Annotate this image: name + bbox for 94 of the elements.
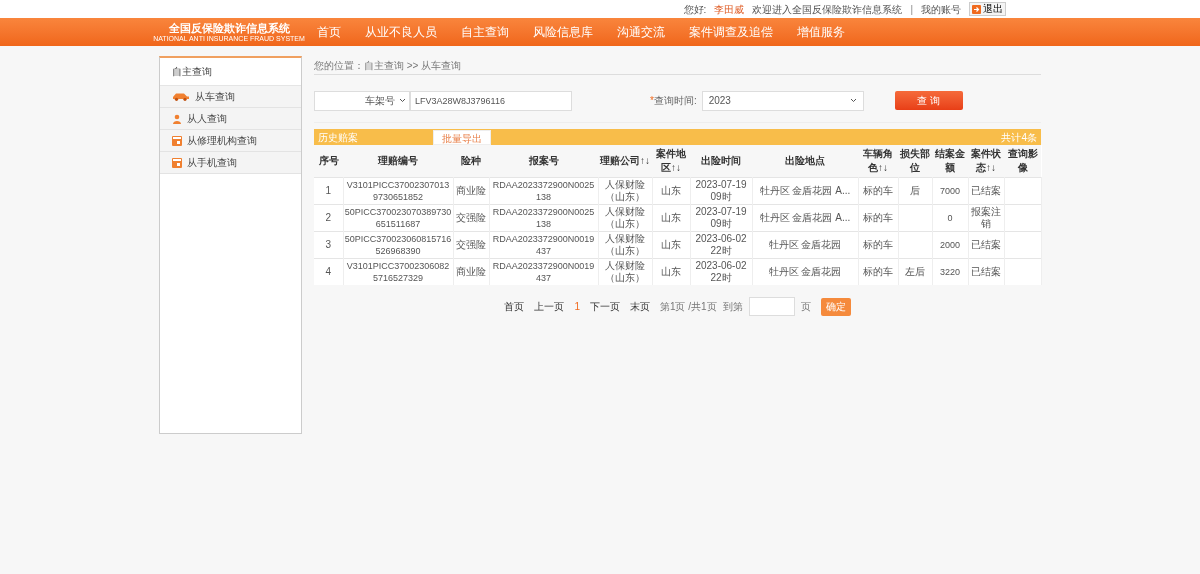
- page-input[interactable]: [748, 297, 795, 316]
- shop-icon: [172, 135, 182, 146]
- table-cell: 标的车: [858, 258, 898, 285]
- table-cell: 商业险: [453, 258, 489, 285]
- table-cell: 7000: [932, 177, 968, 205]
- table-cell: 山东: [652, 204, 690, 232]
- column-header: 理赔编号: [343, 145, 453, 178]
- table-cell: 2023-07-19 09时: [690, 204, 752, 232]
- table-cell: 2023-07-19 09时: [690, 177, 752, 205]
- table-cell: V3101PICC370023060825716527329: [343, 258, 453, 285]
- table-cell: 牡丹区 金盾花园 A...: [752, 204, 858, 232]
- chevron-down-icon: [399, 98, 406, 103]
- required-mark: *: [650, 94, 654, 108]
- time-label: 查询时间:: [653, 94, 697, 108]
- sidebar-item[interactable]: 从修理机构查询: [160, 130, 301, 152]
- column-header: 报案号: [489, 145, 598, 178]
- account-link[interactable]: 我的账号: [921, 1, 961, 17]
- table-cell: 牡丹区 金盾花园: [752, 258, 858, 285]
- table-cell: 3220: [932, 258, 968, 285]
- table-cell: 2: [314, 204, 343, 232]
- table-cell: 商业险: [453, 177, 489, 205]
- column-header: 案件状态↑↓: [968, 145, 1004, 178]
- table-cell: RDAA2023372900N0025138: [489, 177, 598, 205]
- vin-input[interactable]: LFV3A28W8J3796116: [410, 90, 572, 111]
- table-cell: V3101PICC370023070139730651852: [343, 177, 453, 205]
- sidebar-item[interactable]: 从手机查询: [160, 152, 301, 174]
- table-cell: 人保财险（山东）: [598, 258, 652, 285]
- table-cell: 已结案: [968, 258, 1004, 285]
- table-cell: 报案注销: [968, 204, 1004, 232]
- page-info-text: 第1页 /共1页: [659, 300, 717, 314]
- table-cell: RDAA2023372900N0025138: [489, 204, 598, 232]
- table-cell: 牡丹区 金盾花园: [752, 231, 858, 259]
- table-cell: 牡丹区 金盾花园 A...: [752, 177, 858, 205]
- table-cell: 山东: [652, 258, 690, 285]
- car-icon: [172, 92, 190, 101]
- table-cell: 交强险: [453, 204, 489, 232]
- chevron-down-icon: [849, 98, 857, 103]
- column-header: 案件地区↑↓: [652, 145, 690, 178]
- sidebar-item[interactable]: 从车查询: [160, 86, 301, 108]
- column-header: 结案金额: [932, 145, 968, 178]
- column-header: 查询影像: [1004, 145, 1041, 178]
- prev-page-link[interactable]: 上一页: [534, 299, 565, 314]
- query-button[interactable]: 查 询: [894, 91, 963, 110]
- separator-text: |: [910, 2, 913, 17]
- breadcrumb-text: 您的位置：自主查询 >> 从车查询: [314, 56, 1041, 75]
- field-type-select[interactable]: 车架号: [314, 90, 410, 111]
- column-header: 序号: [314, 145, 343, 178]
- column-header: 险种: [453, 145, 489, 178]
- column-header: 车辆角色↑↓: [858, 145, 898, 178]
- table-cell: 4: [314, 258, 343, 285]
- welcome-text: 欢迎进入全国反保险欺诈信息系统: [752, 2, 903, 17]
- goto-label: 到第: [722, 300, 743, 314]
- table-cell: 人保财险（山东）: [598, 231, 652, 259]
- column-header: 出险地点: [752, 145, 858, 178]
- table-cell: RDAA2023372900N0019437: [489, 258, 598, 285]
- table-cell: 2023-06-02 22时: [690, 258, 752, 285]
- column-header: 理赔公司↑↓: [598, 145, 652, 178]
- next-page-link[interactable]: 下一页: [589, 299, 620, 314]
- table-cell: 山东: [652, 177, 690, 205]
- user-name-link[interactable]: 李田威: [714, 1, 745, 17]
- person-icon: [172, 113, 182, 124]
- table-cell: 左后: [898, 258, 932, 285]
- table-cell: 标的车: [858, 204, 898, 232]
- first-page-link[interactable]: 首页: [504, 299, 525, 314]
- table-cell: 50PICC370023070389730651511687: [343, 204, 453, 232]
- sidebar-item[interactable]: 从人查询: [160, 108, 301, 130]
- table-cell: 山东: [652, 231, 690, 259]
- greeting-text: 您好:: [683, 2, 707, 17]
- last-page-link[interactable]: 末页: [629, 299, 650, 314]
- table-cell: 后: [898, 177, 932, 205]
- column-header: 损失部位: [898, 145, 932, 178]
- table-cell: 人保财险（山东）: [598, 204, 652, 232]
- logout-button[interactable]: 退出: [969, 2, 1006, 16]
- results-title: 历史赔案: [318, 130, 359, 145]
- table-cell: 已结案: [968, 177, 1004, 205]
- table-cell: 0: [932, 204, 968, 232]
- time-select[interactable]: 2023: [701, 90, 864, 111]
- logout-icon: [972, 4, 981, 14]
- table-cell: 3: [314, 231, 343, 259]
- table-cell: 已结案: [968, 231, 1004, 259]
- page-unit-label: 页: [800, 300, 811, 314]
- table-cell: 50PICC370023060815716526968390: [343, 231, 453, 259]
- shop-icon: [172, 157, 182, 168]
- table-cell: 1: [314, 177, 343, 205]
- total-count: 共计4条: [1001, 130, 1037, 145]
- table-cell: 交强险: [453, 231, 489, 259]
- table-cell: 2023-06-02 22时: [690, 231, 752, 259]
- table-cell: 标的车: [858, 231, 898, 259]
- table-cell: 人保财险（山东）: [598, 177, 652, 205]
- logo-title: 全国反保险欺诈信息系统: [168, 22, 290, 34]
- table-cell: 2000: [932, 231, 968, 259]
- table-cell: RDAA2023372900N0019437: [489, 231, 598, 259]
- table-cell: 标的车: [858, 177, 898, 205]
- column-header: 出险时间: [690, 145, 752, 178]
